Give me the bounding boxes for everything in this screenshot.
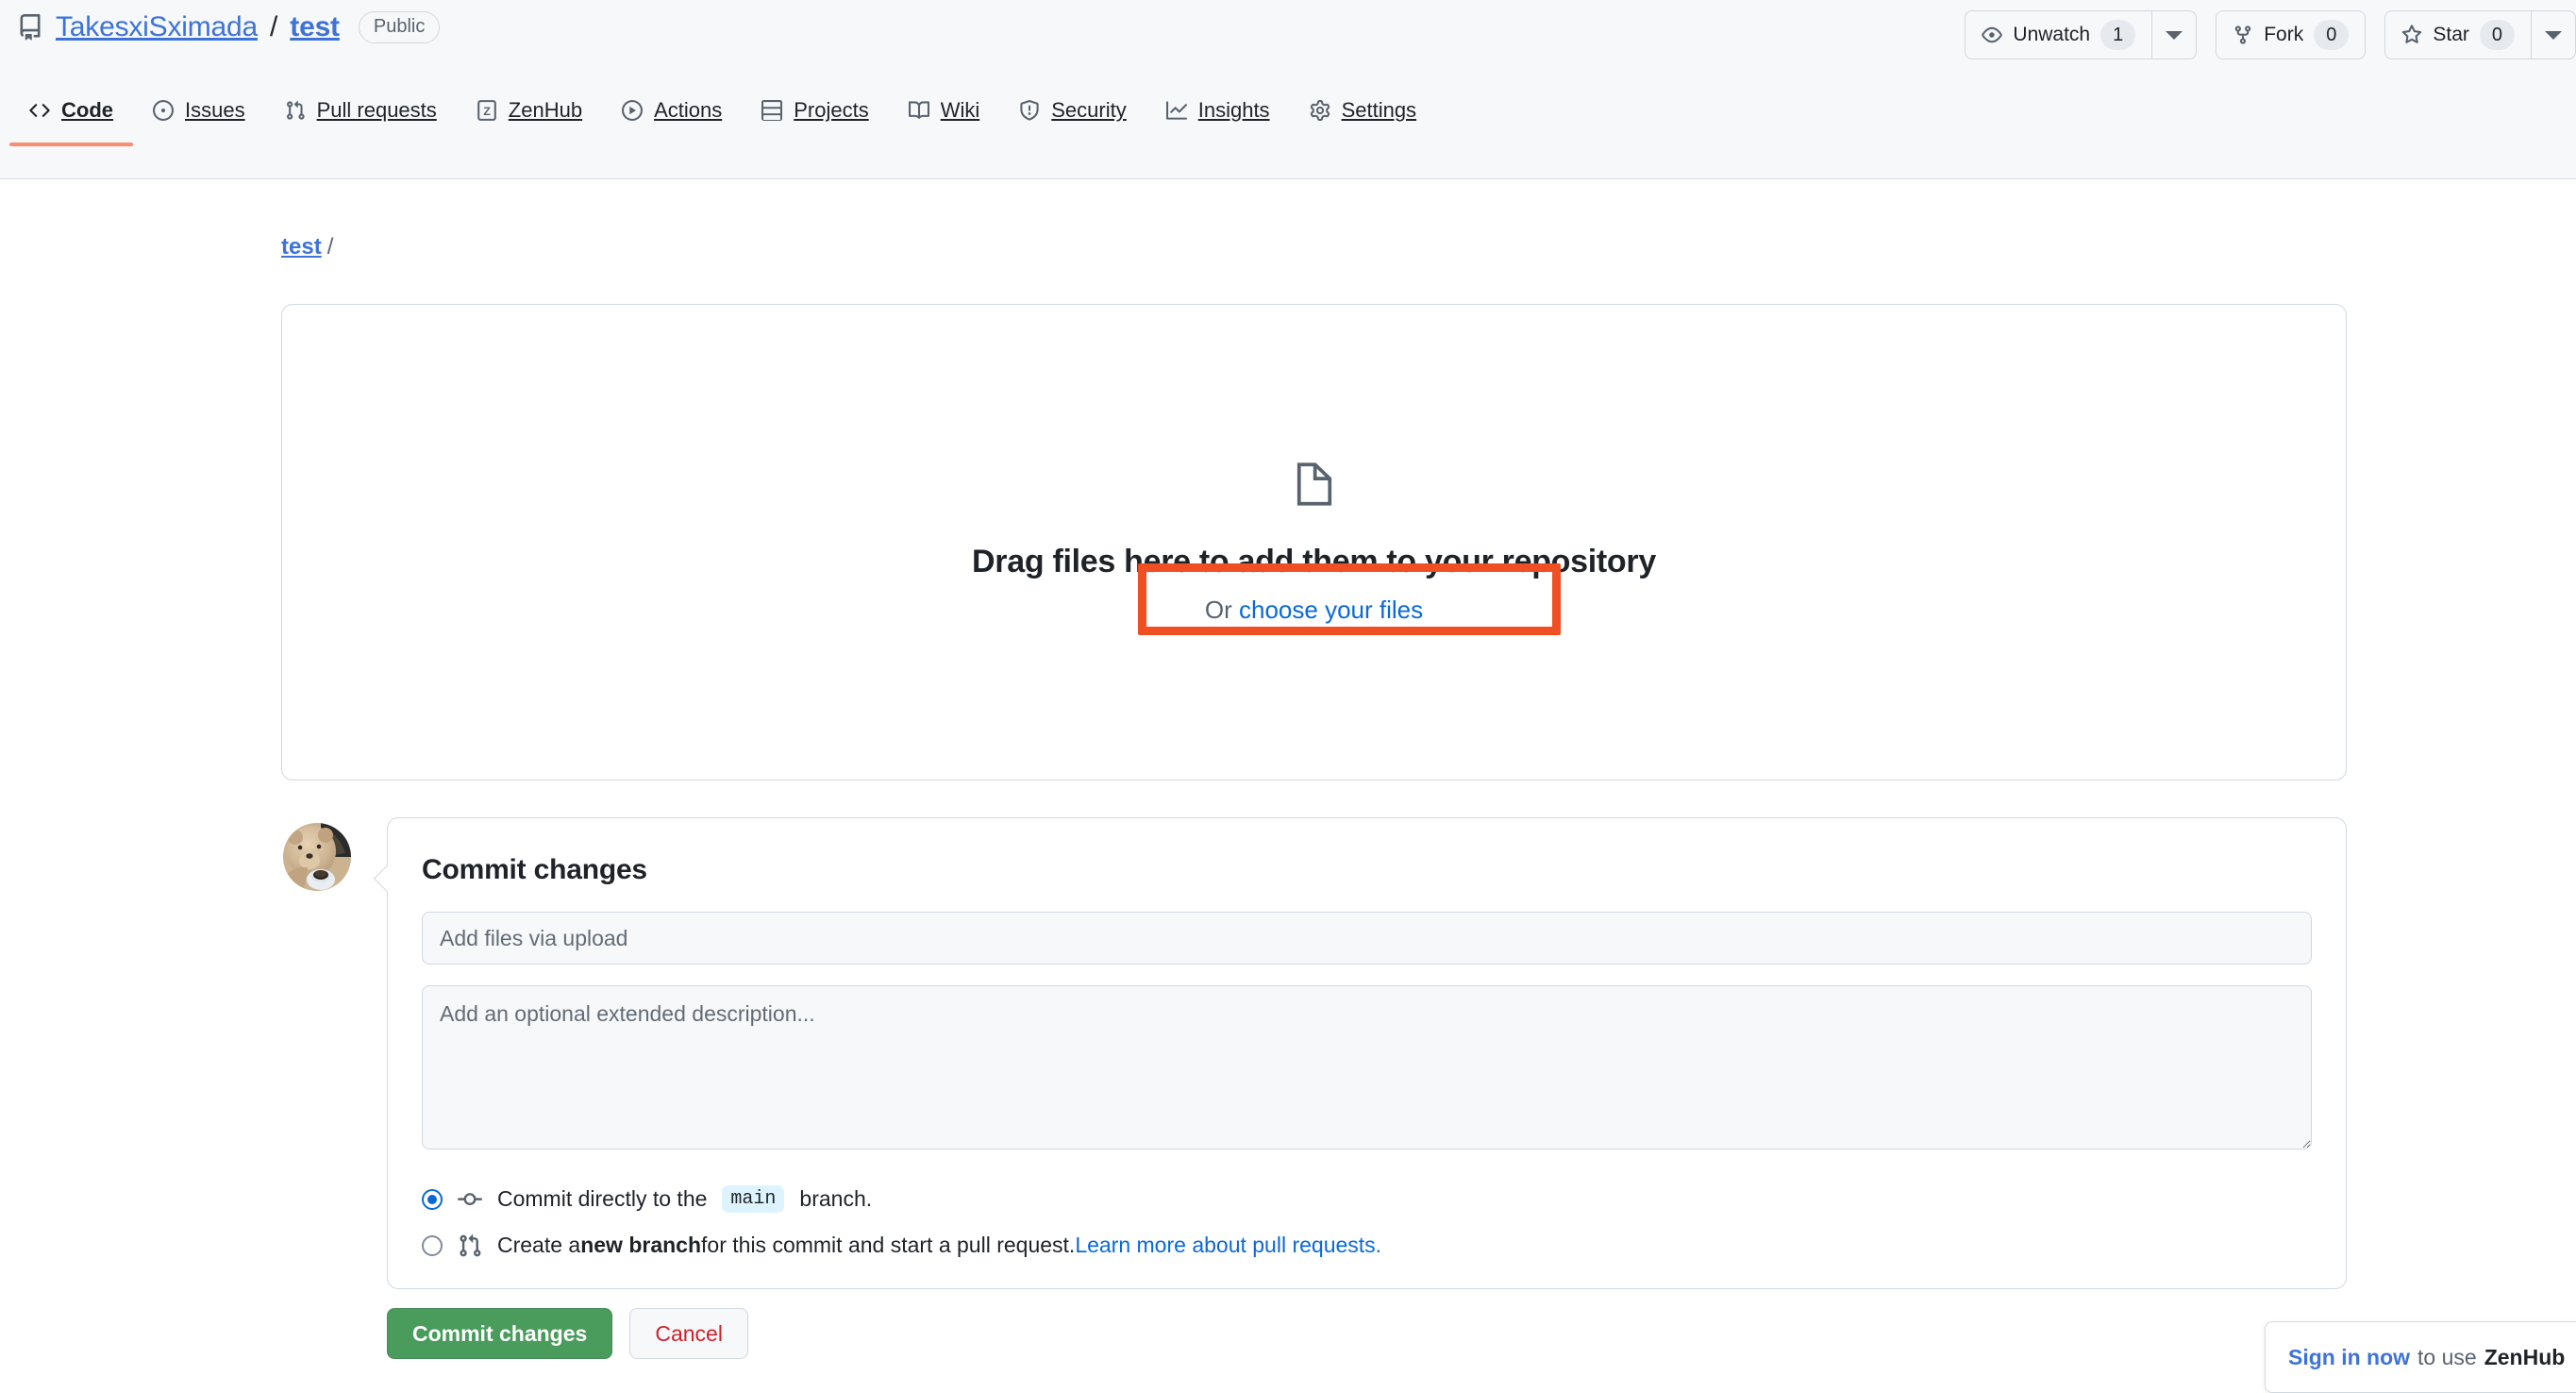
dropzone-title: Drag files here to add them to your repo… [972, 544, 1656, 579]
breadcrumb: test / [281, 234, 333, 260]
zenhub-banner-middle: to use [2417, 1344, 2477, 1369]
user-avatar[interactable] [283, 823, 351, 891]
tab-code[interactable]: Code [9, 98, 133, 146]
commit-description-textarea[interactable] [422, 985, 2312, 1150]
play-icon [622, 100, 644, 121]
table-icon [761, 100, 783, 121]
commit-option-direct[interactable]: Commit directly to the main branch. [422, 1185, 2346, 1213]
star-icon [2401, 25, 2422, 45]
eye-icon [1982, 25, 2003, 45]
unwatch-label: Unwatch [2013, 24, 2091, 45]
new-branch-bold: new branch [580, 1233, 702, 1257]
fork-label: Fork [2264, 24, 2304, 45]
tab-label: Issues [185, 98, 245, 122]
tab-label: Wiki [940, 98, 980, 122]
commit-fields [422, 912, 2312, 1154]
shield-icon [1019, 100, 1040, 121]
tab-label: Projects [794, 98, 869, 122]
file-dropzone[interactable]: Drag files here to add them to your repo… [281, 304, 2347, 780]
code-icon [29, 100, 50, 121]
tab-settings[interactable]: Settings [1290, 98, 1437, 143]
watch-dropdown-button[interactable] [2151, 10, 2198, 59]
branch-name-pill: main [722, 1185, 785, 1213]
new-branch-text-after: for this commit and start a pull request… [701, 1233, 1076, 1257]
gear-icon [1310, 100, 1330, 121]
tab-security[interactable]: Security [999, 98, 1146, 143]
tab-wiki[interactable]: Wiki [889, 98, 1000, 143]
graph-icon [1165, 100, 1187, 121]
commit-footer-buttons: Commit changes Cancel [387, 1308, 748, 1359]
fork-count: 0 [2314, 20, 2350, 50]
panel-arrow [373, 864, 401, 893]
commit-changes-button[interactable]: Commit changes [387, 1308, 613, 1359]
tab-pull-requests[interactable]: Pull requests [265, 98, 457, 143]
star-dropdown-button[interactable] [2531, 10, 2576, 59]
repo-nav-tabs: Code Issues Pull requests Z ZenHub Actio… [9, 98, 1437, 146]
header-actions: Unwatch 1 Fork 0 Star 0 [1965, 10, 2576, 59]
visibility-badge: Public [358, 11, 441, 43]
commit-message-input[interactable] [422, 912, 2312, 965]
tab-projects[interactable]: Projects [742, 98, 888, 143]
tab-label: Code [61, 98, 113, 122]
zenhub-icon: Z [477, 100, 497, 121]
book-icon [908, 100, 929, 121]
tab-label: Security [1051, 98, 1127, 122]
chevron-down-icon [2166, 30, 2183, 40]
commit-changes-panel: Commit changes Commit directly to the ma… [373, 817, 2347, 1289]
commit-direct-text-after: branch. [799, 1186, 873, 1211]
unwatch-button[interactable]: Unwatch 1 [1965, 10, 2152, 59]
commit-icon [458, 1187, 482, 1212]
watch-count: 1 [2100, 20, 2136, 50]
cancel-button[interactable]: Cancel [629, 1308, 748, 1359]
github-upload-page: TakesxiSximada / test Public Unwatch 1 F… [0, 0, 2576, 1393]
learn-more-pull-requests-link[interactable]: Learn more about pull requests. [1075, 1233, 1381, 1258]
zenhub-signin-link[interactable]: Sign in now [2288, 1345, 2410, 1370]
breadcrumb-separator: / [326, 234, 334, 260]
tab-issues[interactable]: Issues [133, 98, 265, 143]
dropzone-subtitle-wrap: Or choose your files [1205, 596, 1423, 625]
file-icon [1290, 460, 1339, 513]
tab-insights[interactable]: Insights [1146, 98, 1290, 143]
commit-option-new-branch[interactable]: Create a new branch for this commit and … [422, 1233, 2346, 1258]
dropzone-or-text: Or [1204, 596, 1239, 624]
zenhub-brand-label: ZenHub [2484, 1344, 2566, 1369]
tab-zenhub[interactable]: Z ZenHub [457, 98, 602, 143]
star-button-group: Star 0 [2384, 10, 2576, 59]
star-label: Star [2433, 24, 2469, 45]
dropzone-subtitle: Or choose your files [1205, 596, 1423, 625]
repo-title: TakesxiSximada / test Public [17, 11, 441, 43]
tab-label: Settings [1341, 98, 1417, 122]
issue-icon [153, 100, 174, 121]
watch-button-group: Unwatch 1 [1965, 10, 2198, 59]
fork-icon [2233, 25, 2253, 45]
chevron-down-icon [2545, 30, 2562, 40]
pr-icon [458, 1234, 482, 1258]
repo-separator: / [269, 11, 278, 42]
pr-icon [285, 100, 306, 121]
commit-direct-text-before: Commit directly to the [497, 1186, 708, 1211]
new-branch-text-before: Create a [497, 1233, 581, 1257]
breadcrumb-root-link[interactable]: test [281, 234, 322, 260]
fork-button[interactable]: Fork 0 [2216, 10, 2367, 59]
svg-text:Z: Z [483, 105, 491, 118]
repo-owner-link[interactable]: TakesxiSximada [56, 11, 258, 43]
star-count: 0 [2479, 20, 2515, 50]
repo-icon [17, 14, 43, 41]
tab-label: ZenHub [508, 98, 583, 122]
choose-your-files-link[interactable]: choose your files [1239, 596, 1423, 624]
tab-label: Pull requests [316, 98, 437, 122]
tab-label: Insights [1197, 98, 1270, 122]
star-button[interactable]: Star 0 [2384, 10, 2531, 59]
commit-heading: Commit changes [422, 854, 647, 885]
tab-actions[interactable]: Actions [602, 98, 742, 143]
zenhub-signin-banner[interactable]: Sign in now to use ZenHub [2265, 1321, 2576, 1393]
radio-commit-direct[interactable] [422, 1188, 443, 1210]
repo-header: TakesxiSximada / test Public Unwatch 1 F… [0, 0, 2576, 179]
tab-label: Actions [654, 98, 723, 122]
repo-name-link[interactable]: test [290, 11, 340, 43]
radio-new-branch[interactable] [422, 1234, 443, 1256]
